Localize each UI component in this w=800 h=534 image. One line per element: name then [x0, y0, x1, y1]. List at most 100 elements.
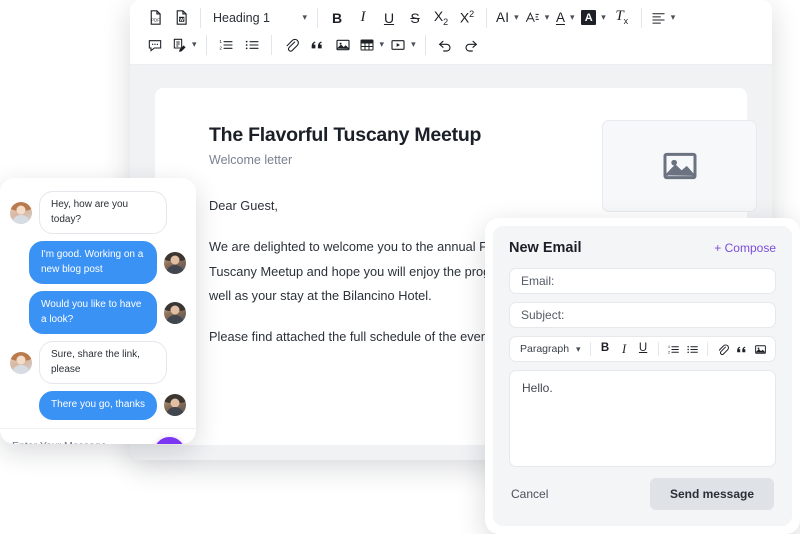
- chat-message: Would you like to have a look?: [10, 291, 186, 334]
- chevron-down-icon: ▾: [544, 12, 550, 22]
- attachment-icon[interactable]: [713, 340, 732, 359]
- email-body-text: Hello.: [522, 381, 553, 395]
- superscript-button[interactable]: X2: [454, 6, 480, 30]
- bold-button[interactable]: B: [324, 6, 350, 30]
- toolbar-separator: [657, 342, 659, 356]
- attachment-icon[interactable]: [278, 33, 304, 57]
- email-header: New Email + Compose: [509, 240, 776, 256]
- chat-message: There you go, thanks: [10, 391, 186, 420]
- toolbar-separator: [200, 7, 201, 28]
- track-changes-icon[interactable]: ▾: [168, 33, 200, 57]
- chat-composer: Enter Your Message... B I U ☻: [0, 427, 196, 444]
- chat-widget: Hey, how are you today? I'm good. Workin…: [0, 178, 196, 444]
- toolbar-separator: [270, 34, 272, 55]
- avatar: [164, 251, 186, 274]
- chevron-down-icon: ▾: [576, 343, 581, 354]
- undo-button[interactable]: [432, 33, 458, 57]
- email-card: New Email + Compose Email: Subject: Para…: [493, 226, 792, 526]
- email-body-textarea[interactable]: Hello.: [509, 370, 776, 467]
- font-color-button[interactable]: A ▾: [552, 6, 578, 30]
- chat-bubble: Would you like to have a look?: [29, 291, 157, 334]
- chat-message: I'm good. Working on a new blog post: [10, 241, 186, 284]
- italic-button[interactable]: I: [615, 340, 634, 359]
- comment-icon[interactable]: [142, 33, 168, 57]
- avatar: [164, 394, 186, 417]
- chevron-down-icon: ▾: [379, 39, 385, 49]
- bold-button[interactable]: B: [596, 340, 615, 359]
- toolbar-separator: [706, 342, 708, 356]
- chevron-down-icon: ▾: [601, 12, 606, 22]
- export-pdf-icon[interactable]: PDF: [142, 6, 168, 30]
- blockquote-button[interactable]: [304, 33, 330, 57]
- paragraph-style-value: Paragraph: [520, 343, 570, 355]
- paragraph-style-value: Heading 1: [213, 10, 270, 25]
- underline-button[interactable]: U: [376, 6, 402, 30]
- chevron-down-icon: ▾: [192, 39, 197, 49]
- blockquote-button[interactable]: [732, 340, 751, 359]
- insert-table-button[interactable]: ▾: [356, 33, 388, 57]
- insert-image-button[interactable]: [751, 340, 770, 359]
- ai-assistant-button[interactable]: AI ▾: [493, 6, 522, 30]
- chevron-down-icon: ▾: [569, 12, 575, 22]
- bulleted-list-button[interactable]: [239, 33, 265, 57]
- svg-text:1: 1: [667, 343, 670, 348]
- chat-bubble: Sure, share the link, please: [39, 341, 167, 384]
- chat-bubble: I'm good. Working on a new blog post: [29, 241, 157, 284]
- toolbar-separator: [424, 34, 426, 55]
- avatar: [10, 201, 32, 224]
- new-email-panel: New Email + Compose Email: Subject: Para…: [485, 218, 800, 534]
- email-field-placeholder: Email:: [521, 274, 555, 288]
- document-paragraph: Dear Guest,: [209, 198, 278, 213]
- numbered-list-button[interactable]: 1 2: [664, 340, 683, 359]
- italic-button[interactable]: I: [350, 6, 376, 30]
- compose-link[interactable]: + Compose: [714, 241, 776, 255]
- email-field[interactable]: Email:: [509, 268, 776, 294]
- subscript-button[interactable]: X2: [428, 6, 454, 30]
- bulleted-list-button[interactable]: [683, 340, 702, 359]
- editor-toolbar: PDF W Heading 1 ▾ B I U S X2 X2 AI ▾ ▾ A…: [130, 0, 772, 65]
- image-placeholder[interactable]: [602, 120, 757, 212]
- toolbar-separator: [205, 34, 207, 55]
- paragraph-style-select[interactable]: Paragraph ▾: [516, 343, 585, 355]
- numbered-list-button[interactable]: 1 2: [213, 33, 239, 57]
- export-word-icon[interactable]: W: [168, 6, 194, 30]
- svg-text:W: W: [179, 17, 184, 22]
- chevron-down-icon: ▾: [670, 12, 676, 22]
- chevron-down-icon: ▾: [514, 12, 519, 22]
- clear-formatting-button[interactable]: Tx: [609, 6, 635, 30]
- toolbar-row-primary: PDF W Heading 1 ▾ B I U S X2 X2 AI ▾ ▾ A…: [136, 4, 766, 31]
- redo-button[interactable]: [458, 33, 484, 57]
- avatar: [10, 351, 32, 374]
- send-message-button[interactable]: Send message: [649, 478, 774, 510]
- svg-text:PDF: PDF: [151, 17, 160, 22]
- email-actions: Cancel Send message: [509, 478, 776, 510]
- email-editor-toolbar: Paragraph ▾ B I U 1 2: [509, 336, 776, 362]
- cancel-button[interactable]: Cancel: [511, 487, 548, 501]
- ai-label: AI: [496, 10, 510, 25]
- insert-video-button[interactable]: ▾: [387, 33, 419, 57]
- paragraph-style-select[interactable]: Heading 1 ▾: [207, 6, 311, 30]
- subject-field[interactable]: Subject:: [509, 302, 776, 328]
- chevron-down-icon: ▾: [411, 39, 416, 49]
- toolbar-separator: [589, 342, 591, 356]
- highlight-color-button[interactable]: A ▾: [578, 6, 609, 30]
- chat-message-list: Hey, how are you today? I'm good. Workin…: [0, 178, 196, 428]
- panel-title: New Email: [509, 240, 582, 256]
- subject-field-placeholder: Subject:: [521, 308, 565, 322]
- chat-message: Sure, share the link, please: [10, 341, 186, 384]
- strikethrough-button[interactable]: S: [402, 6, 428, 30]
- highlight-letter: A: [581, 10, 597, 25]
- font-size-button[interactable]: ▾: [522, 6, 553, 30]
- toolbar-row-secondary: ▾ 1 2 ▾ ▾: [136, 31, 766, 58]
- avatar: [164, 301, 186, 324]
- underline-button[interactable]: U: [634, 340, 653, 359]
- insert-image-button[interactable]: [330, 33, 356, 57]
- svg-text:2: 2: [219, 45, 222, 50]
- font-color-letter: A: [555, 10, 565, 25]
- screenshot-root: PDF W Heading 1 ▾ B I U S X2 X2 AI ▾ ▾ A…: [0, 0, 800, 534]
- chat-bubble: There you go, thanks: [39, 391, 157, 420]
- svg-text:1: 1: [219, 39, 222, 44]
- toolbar-separator: [486, 7, 487, 28]
- chevron-down-icon: ▾: [302, 12, 307, 22]
- text-align-button[interactable]: ▾: [648, 6, 679, 30]
